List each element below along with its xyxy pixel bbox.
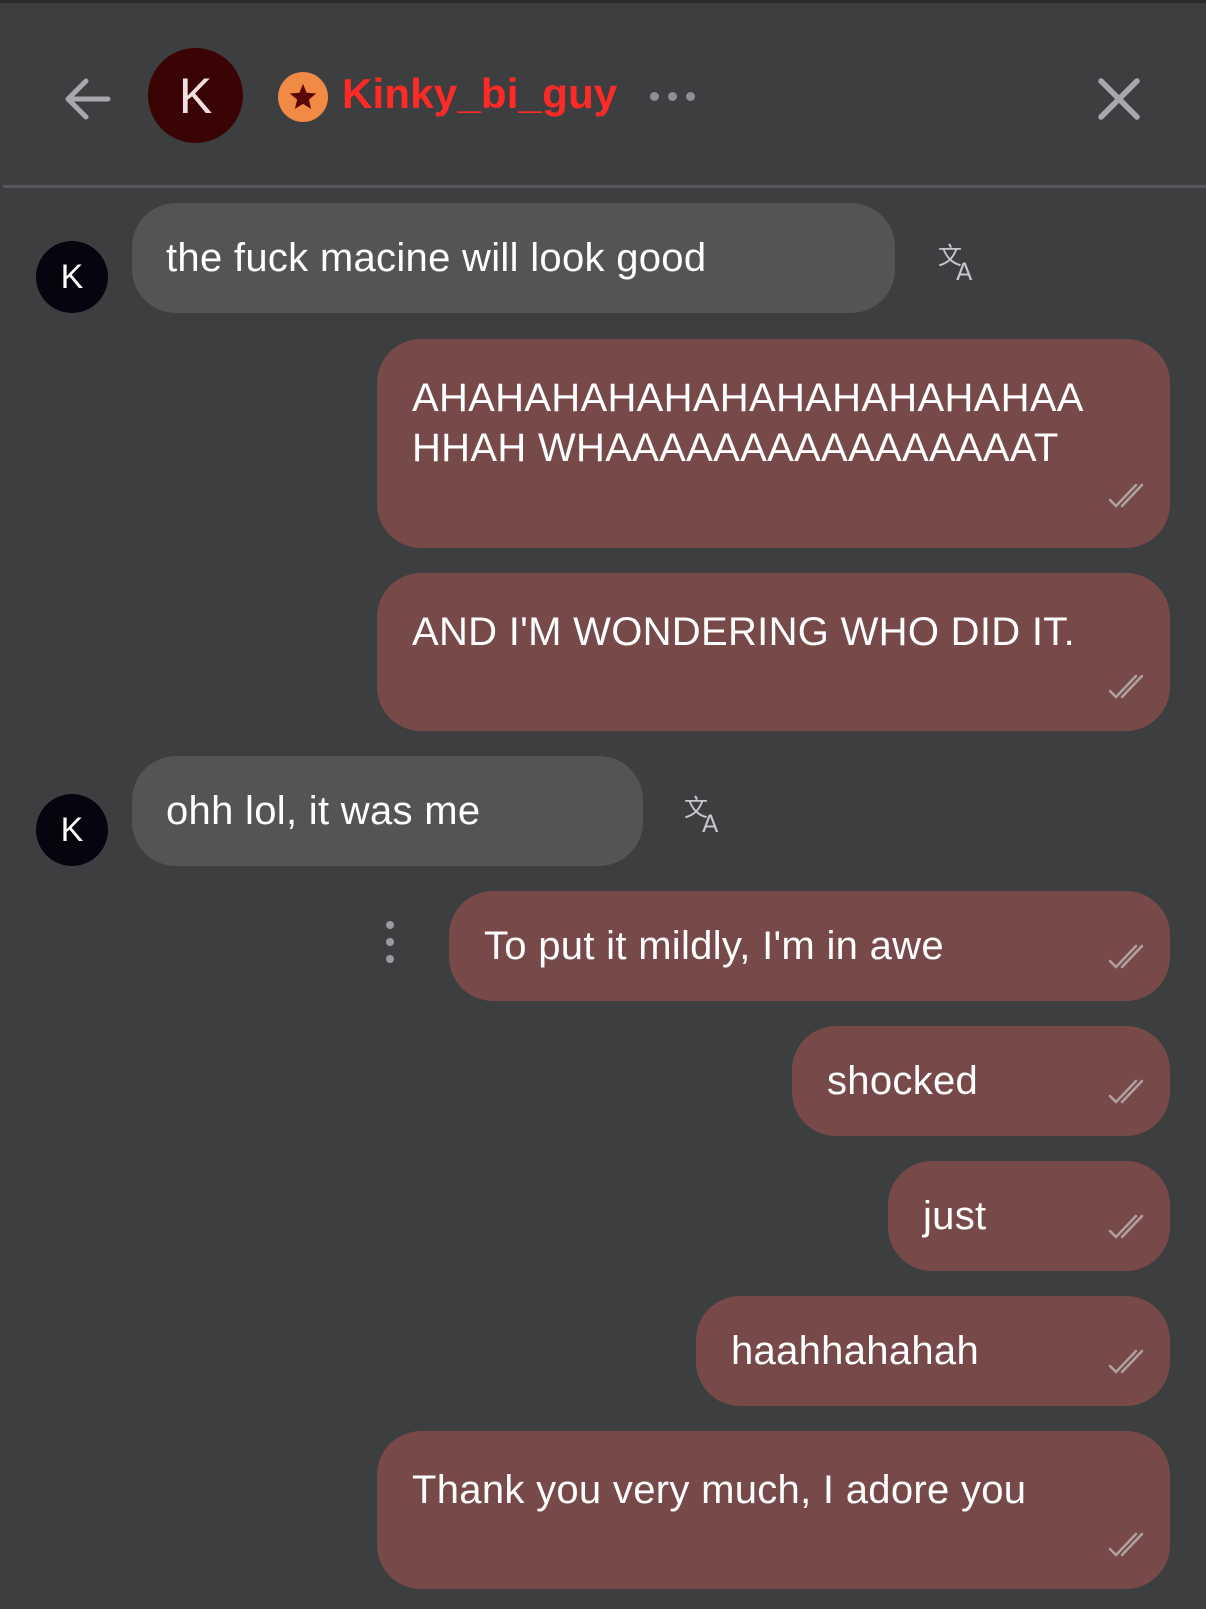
translate-icon[interactable]: 文 A bbox=[937, 240, 979, 282]
read-check-icon bbox=[1108, 1349, 1144, 1374]
message-options-icon[interactable] bbox=[384, 921, 396, 963]
message-outgoing[interactable]: To put it mildly, I'm in awe bbox=[449, 891, 1170, 1001]
message-outgoing[interactable]: Thank you very much, I adore you bbox=[377, 1431, 1170, 1589]
read-check-icon bbox=[1108, 1079, 1144, 1104]
read-check-icon bbox=[1108, 944, 1144, 969]
close-icon[interactable] bbox=[1096, 76, 1142, 122]
star-badge-icon bbox=[278, 72, 328, 122]
message-incoming[interactable]: ohh lol, it was me bbox=[132, 756, 643, 866]
message-outgoing[interactable]: AHAHAHAHAHAHAHAHAHAHAHAA HHAH WHAAAAAAAA… bbox=[377, 339, 1170, 548]
avatar-letter: K bbox=[178, 67, 213, 124]
message-outgoing[interactable]: just bbox=[888, 1161, 1170, 1271]
message-incoming[interactable]: the fuck macine will look good bbox=[132, 203, 895, 313]
sender-avatar[interactable]: K bbox=[36, 241, 108, 313]
more-dots-icon[interactable] bbox=[650, 84, 702, 108]
sender-avatar[interactable]: K bbox=[36, 794, 108, 866]
chat-header: K Kinky_bi_guy bbox=[0, 0, 1206, 188]
read-check-icon bbox=[1108, 1214, 1144, 1239]
read-check-icon bbox=[1108, 1532, 1144, 1557]
read-check-icon bbox=[1108, 483, 1144, 508]
message-outgoing[interactable]: shocked bbox=[792, 1026, 1170, 1136]
svg-text:A: A bbox=[956, 258, 973, 282]
username[interactable]: Kinky_bi_guy bbox=[342, 70, 617, 118]
message-outgoing[interactable]: AND I'M WONDERING WHO DID IT. bbox=[377, 573, 1170, 731]
message-text: ohh lol, it was me bbox=[166, 789, 481, 833]
avatar[interactable]: K bbox=[148, 48, 243, 143]
svg-text:A: A bbox=[702, 810, 719, 834]
message-text: Thank you very much, I adore you bbox=[412, 1468, 1027, 1512]
header-divider bbox=[3, 185, 1206, 188]
message-text: just bbox=[923, 1194, 987, 1238]
translate-icon[interactable]: 文 A bbox=[683, 792, 725, 834]
message-text: AHAHAHAHAHAHAHAHAHAHAHAA HHAH WHAAAAAAAA… bbox=[412, 376, 1084, 470]
message-text: AND I'M WONDERING WHO DID IT. bbox=[412, 610, 1075, 654]
message-text: To put it mildly, I'm in awe bbox=[484, 924, 944, 968]
message-outgoing[interactable]: haahhahahah bbox=[696, 1296, 1170, 1406]
message-text: shocked bbox=[827, 1059, 979, 1103]
message-text: the fuck macine will look good bbox=[166, 236, 707, 280]
read-check-icon bbox=[1108, 674, 1144, 699]
message-text: haahhahahah bbox=[731, 1329, 980, 1373]
back-arrow-icon[interactable] bbox=[60, 72, 114, 126]
